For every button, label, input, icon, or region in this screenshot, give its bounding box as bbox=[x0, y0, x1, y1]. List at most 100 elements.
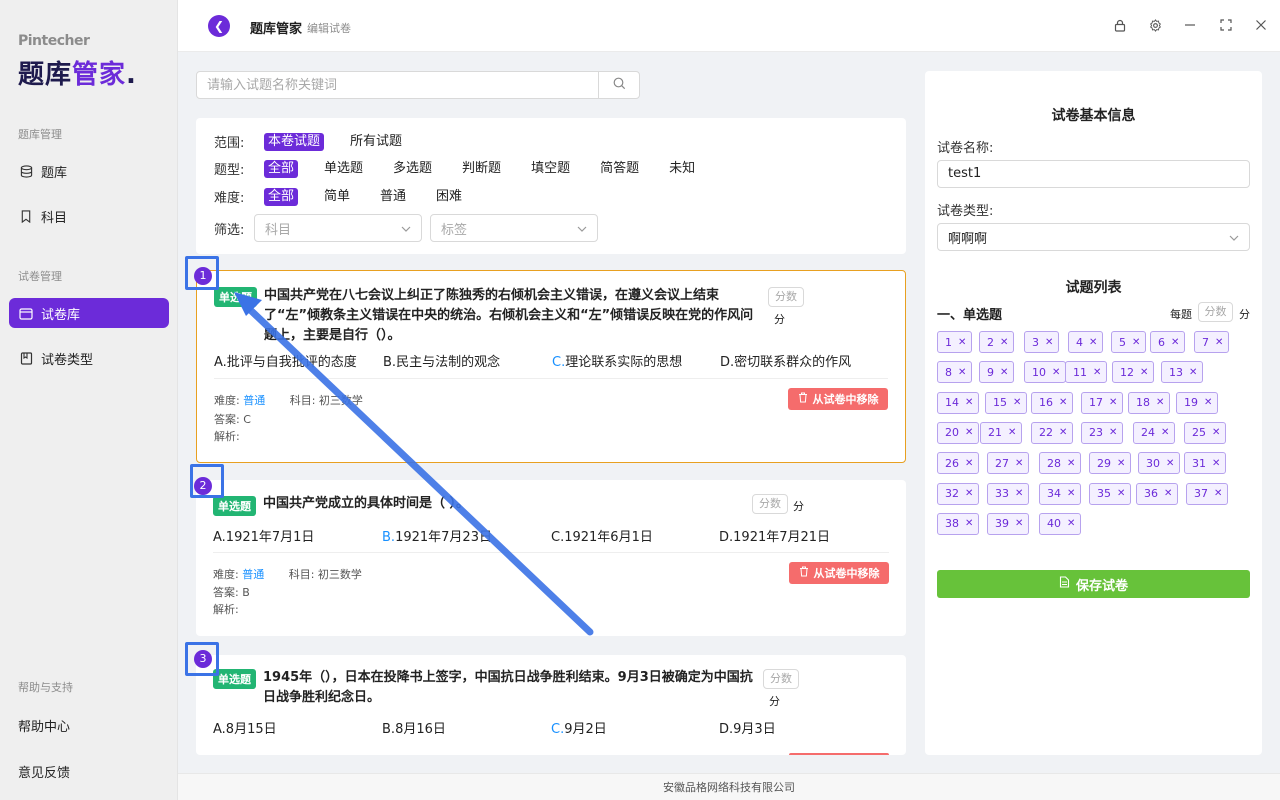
question-tag[interactable]: 29 ✕ bbox=[1089, 452, 1132, 475]
question-tag[interactable]: 7 ✕ bbox=[1194, 331, 1230, 353]
question-tag[interactable]: 37 ✕ bbox=[1186, 482, 1229, 505]
close-icon[interactable]: ✕ bbox=[1215, 337, 1223, 348]
question-tag[interactable]: 23 ✕ bbox=[1081, 421, 1124, 444]
filter-option-type[interactable]: 单选题 bbox=[320, 160, 367, 178]
close-icon[interactable]: ✕ bbox=[958, 337, 966, 348]
filter-option-difficulty[interactable]: 全部 bbox=[264, 187, 299, 206]
question-tag[interactable]: 32 ✕ bbox=[937, 482, 980, 505]
remove-from-paper-button[interactable] bbox=[789, 753, 889, 755]
close-icon[interactable]: ✕ bbox=[1015, 458, 1023, 469]
gear-icon[interactable] bbox=[1147, 17, 1163, 33]
filter-option-type[interactable]: 全部 bbox=[264, 159, 299, 178]
close-icon[interactable]: ✕ bbox=[1140, 367, 1148, 378]
question-tag[interactable]: 20 ✕ bbox=[937, 421, 980, 444]
question-tag[interactable]: 27 ✕ bbox=[987, 452, 1030, 475]
minimize-icon[interactable] bbox=[1182, 17, 1198, 33]
sidebar-item-subject[interactable]: 科目 bbox=[9, 201, 169, 231]
filter-option-type[interactable]: 未知 bbox=[665, 160, 699, 178]
question-tag[interactable]: 25 ✕ bbox=[1184, 421, 1227, 444]
close-icon[interactable]: ✕ bbox=[1000, 337, 1008, 348]
filter-option-type[interactable]: 判断题 bbox=[458, 160, 505, 178]
fullscreen-icon[interactable] bbox=[1218, 17, 1234, 33]
filter-option-type[interactable]: 简答题 bbox=[596, 160, 643, 178]
score-input[interactable]: 分数 bbox=[768, 287, 804, 307]
question-tag[interactable]: 16 ✕ bbox=[1031, 391, 1074, 414]
search-button[interactable] bbox=[598, 72, 639, 98]
filter-option-difficulty[interactable]: 普通 bbox=[376, 188, 410, 206]
close-icon[interactable] bbox=[1253, 17, 1269, 33]
question-tag[interactable]: 39 ✕ bbox=[987, 512, 1030, 535]
score-input[interactable]: 分数 bbox=[752, 494, 788, 514]
filter-option-type[interactable]: 多选题 bbox=[389, 160, 436, 178]
close-icon[interactable]: ✕ bbox=[965, 458, 973, 469]
close-icon[interactable]: ✕ bbox=[1117, 458, 1125, 469]
close-icon[interactable]: ✕ bbox=[1059, 427, 1067, 438]
close-icon[interactable]: ✕ bbox=[1204, 397, 1212, 408]
question-tag[interactable]: 33 ✕ bbox=[987, 482, 1030, 505]
remove-from-paper-button[interactable]: 从试卷中移除 bbox=[789, 562, 889, 584]
close-icon[interactable]: ✕ bbox=[1109, 397, 1117, 408]
question-tag[interactable]: 8 ✕ bbox=[937, 361, 973, 384]
question-tag[interactable]: 2 ✕ bbox=[979, 331, 1015, 353]
question-tag[interactable]: 3 ✕ bbox=[1024, 331, 1060, 353]
question-tag[interactable]: 31 ✕ bbox=[1184, 452, 1227, 475]
close-icon[interactable]: ✕ bbox=[1067, 518, 1075, 529]
filter-option-difficulty[interactable]: 简单 bbox=[320, 188, 354, 206]
question-tag[interactable]: 14 ✕ bbox=[937, 391, 980, 414]
close-icon[interactable]: ✕ bbox=[1015, 488, 1023, 499]
close-icon[interactable]: ✕ bbox=[1067, 458, 1075, 469]
question-tag[interactable]: 22 ✕ bbox=[1031, 421, 1074, 444]
score-input[interactable]: 分数 bbox=[763, 669, 799, 689]
paper-name-input[interactable]: test1 bbox=[937, 160, 1250, 188]
question-tag[interactable]: 11 ✕ bbox=[1065, 361, 1108, 384]
question-tag[interactable]: 10 ✕ bbox=[1024, 361, 1067, 384]
question-tag[interactable]: 40 ✕ bbox=[1039, 512, 1082, 535]
question-tag[interactable]: 5 ✕ bbox=[1111, 331, 1147, 353]
filter-option-all-questions[interactable]: 所有试题 bbox=[346, 133, 406, 151]
question-tag[interactable]: 9 ✕ bbox=[979, 361, 1015, 384]
close-icon[interactable]: ✕ bbox=[1015, 518, 1023, 529]
question-tag[interactable]: 28 ✕ bbox=[1039, 452, 1082, 475]
filter-option-difficulty[interactable]: 困难 bbox=[432, 188, 466, 206]
back-button[interactable]: ❮ bbox=[208, 15, 230, 37]
tag-select[interactable]: 标签 bbox=[430, 214, 598, 242]
help-center-link[interactable]: 帮助中心 bbox=[18, 716, 70, 735]
question-tag[interactable]: 34 ✕ bbox=[1039, 482, 1082, 505]
question-tag[interactable]: 38 ✕ bbox=[937, 512, 980, 535]
sidebar-item-bank[interactable]: 题库 bbox=[9, 156, 169, 186]
save-paper-button[interactable]: 保存试卷 bbox=[937, 570, 1250, 598]
remove-from-paper-button[interactable]: 从试卷中移除 bbox=[788, 388, 888, 410]
feedback-link[interactable]: 意见反馈 bbox=[18, 762, 70, 781]
lock-icon[interactable] bbox=[1112, 17, 1128, 33]
question-tag[interactable]: 36 ✕ bbox=[1136, 482, 1179, 505]
close-icon[interactable]: ✕ bbox=[1189, 367, 1197, 378]
close-icon[interactable]: ✕ bbox=[965, 518, 973, 529]
question-tag[interactable]: 17 ✕ bbox=[1081, 391, 1124, 414]
question-tag[interactable]: 21 ✕ bbox=[980, 421, 1023, 444]
close-icon[interactable]: ✕ bbox=[1212, 458, 1220, 469]
question-tag[interactable]: 1 ✕ bbox=[937, 331, 973, 353]
close-icon[interactable]: ✕ bbox=[965, 488, 973, 499]
sidebar-item-paper-type[interactable]: 试卷类型 bbox=[9, 343, 169, 373]
search-input[interactable] bbox=[197, 72, 599, 98]
question-tag[interactable]: 26 ✕ bbox=[937, 452, 980, 475]
sidebar-item-paper-library[interactable]: 试卷库 bbox=[9, 298, 169, 328]
question-tag[interactable]: 13 ✕ bbox=[1161, 361, 1204, 384]
question-tag[interactable]: 15 ✕ bbox=[985, 391, 1028, 414]
close-icon[interactable]: ✕ bbox=[958, 367, 966, 378]
close-icon[interactable]: ✕ bbox=[1093, 367, 1101, 378]
close-icon[interactable]: ✕ bbox=[1117, 488, 1125, 499]
question-tag[interactable]: 4 ✕ bbox=[1068, 331, 1104, 353]
close-icon[interactable]: ✕ bbox=[1008, 427, 1016, 438]
close-icon[interactable]: ✕ bbox=[1000, 367, 1008, 378]
close-icon[interactable]: ✕ bbox=[1214, 488, 1222, 499]
close-icon[interactable]: ✕ bbox=[1132, 337, 1140, 348]
close-icon[interactable]: ✕ bbox=[965, 397, 973, 408]
close-icon[interactable]: ✕ bbox=[1089, 337, 1097, 348]
question-tag[interactable]: 12 ✕ bbox=[1112, 361, 1155, 384]
question-tag[interactable]: 19 ✕ bbox=[1176, 391, 1219, 414]
question-tag[interactable]: 30 ✕ bbox=[1138, 452, 1181, 475]
filter-option-current-paper[interactable]: 本卷试题 bbox=[264, 132, 325, 151]
close-icon[interactable]: ✕ bbox=[1109, 427, 1117, 438]
close-icon[interactable]: ✕ bbox=[1045, 337, 1053, 348]
